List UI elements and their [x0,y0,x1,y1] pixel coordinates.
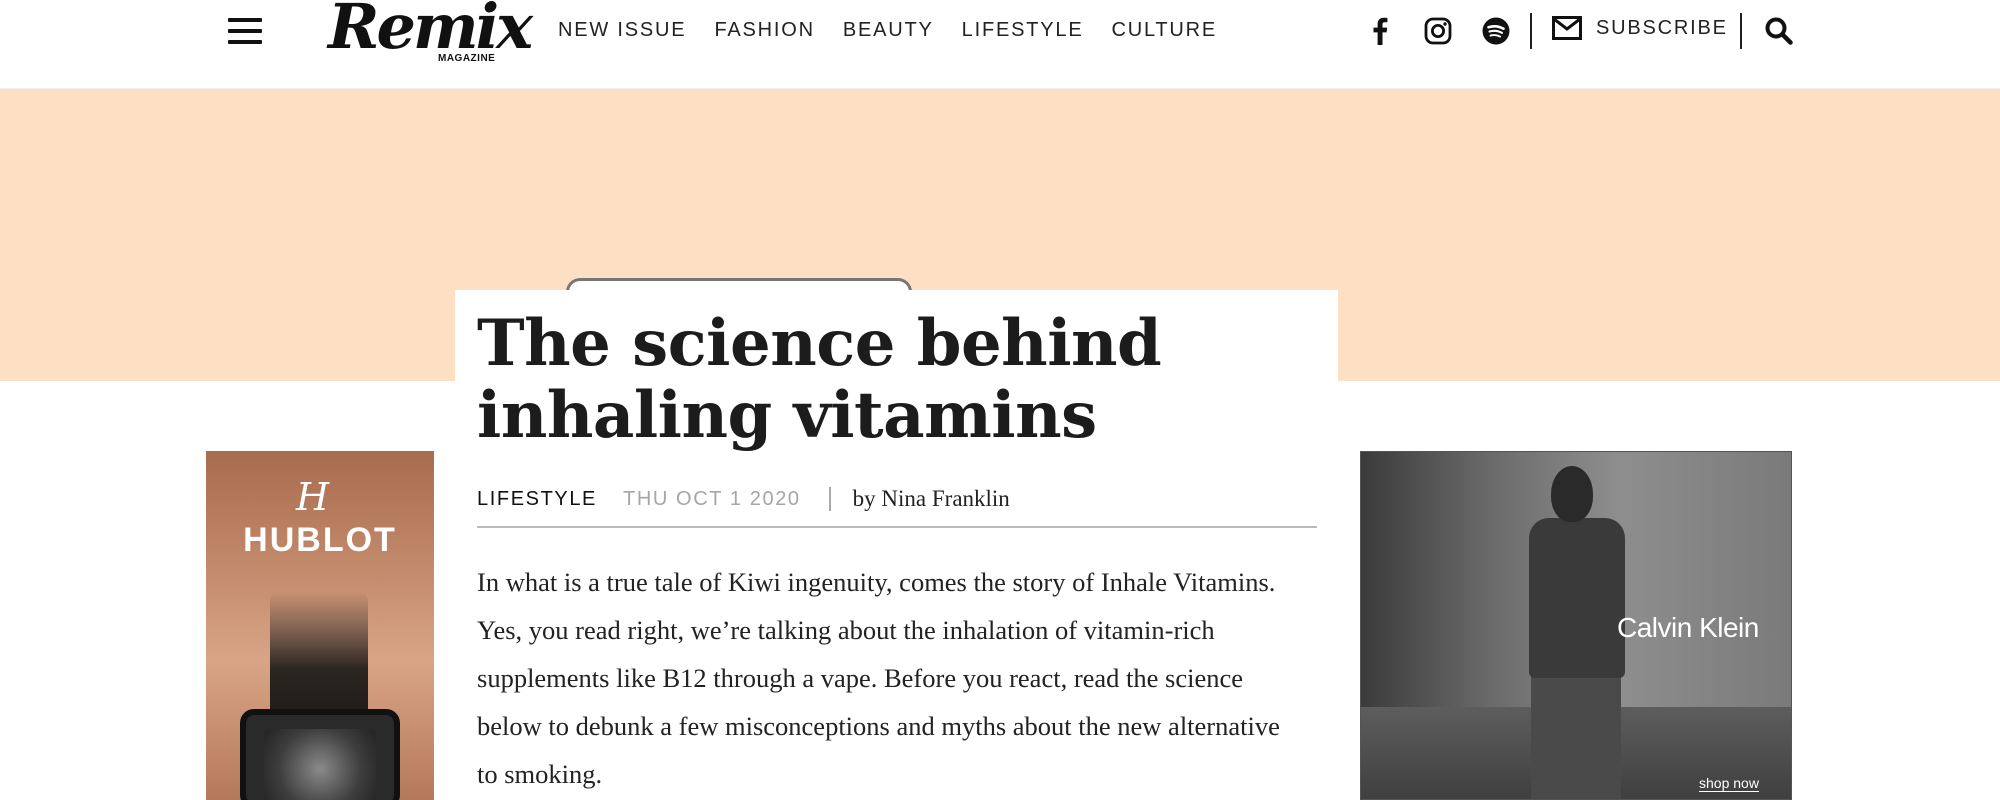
nav-culture[interactable]: CULTURE [1111,19,1217,42]
calvin-klein-brand: Calvin Klein [1617,612,1759,643]
shop-now-link[interactable]: shop now [1699,775,1759,792]
nav-fashion[interactable]: FASHION [714,19,814,42]
header-divider [1740,13,1742,49]
subscribe-link[interactable]: SUBSCRIBE [1552,16,1728,40]
meta-divider [828,487,831,511]
logo-subtitle: MAGAZINE [438,53,496,64]
article-author[interactable]: by Nina Franklin [853,486,1010,512]
subscribe-label: SUBSCRIBE [1596,16,1728,39]
nav-beauty[interactable]: BEAUTY [843,19,934,42]
mail-icon [1552,16,1582,40]
model-figure-pants [1531,672,1621,799]
nav-new-issue[interactable]: NEW ISSUE [558,19,686,42]
site-header: Remix MAGAZINE NEW ISSUE FASHION BEAUTY … [0,0,2000,89]
nav-lifestyle[interactable]: LIFESTYLE [962,19,1084,42]
instagram-icon[interactable] [1423,16,1453,46]
header-divider [1530,13,1532,49]
article-date: THU OCT 1 2020 [623,487,801,510]
watch-dial [264,729,376,800]
article-meta: LIFESTYLE THU OCT 1 2020 by Nina Frankli… [477,486,1317,528]
calvin-klein-ad[interactable]: Calvin Klein shop now [1360,451,1792,800]
article-category[interactable]: LIFESTYLE [477,488,597,511]
model-figure-coat [1529,518,1625,678]
model-figure-head [1551,466,1593,522]
watch-strap [270,591,368,721]
spotify-icon[interactable] [1481,16,1511,46]
menu-icon[interactable] [226,16,266,46]
article-title: The science behind inhaling vitamins [477,306,1162,453]
hublot-logo-mark: H [296,475,330,519]
facebook-icon[interactable] [1365,16,1395,46]
hublot-brand: HUBLOT [243,521,397,559]
main-nav: NEW ISSUE FASHION BEAUTY LIFESTYLE CULTU… [558,19,1217,42]
search-icon[interactable] [1764,16,1794,46]
hublot-ad[interactable]: H HUBLOT [206,451,434,800]
logo-wordmark: Remix [328,0,533,63]
site-logo[interactable]: Remix MAGAZINE [326,0,533,66]
social-links [1365,16,1511,46]
article-body: In what is a true tale of Kiwi ingenuity… [477,567,1280,789]
